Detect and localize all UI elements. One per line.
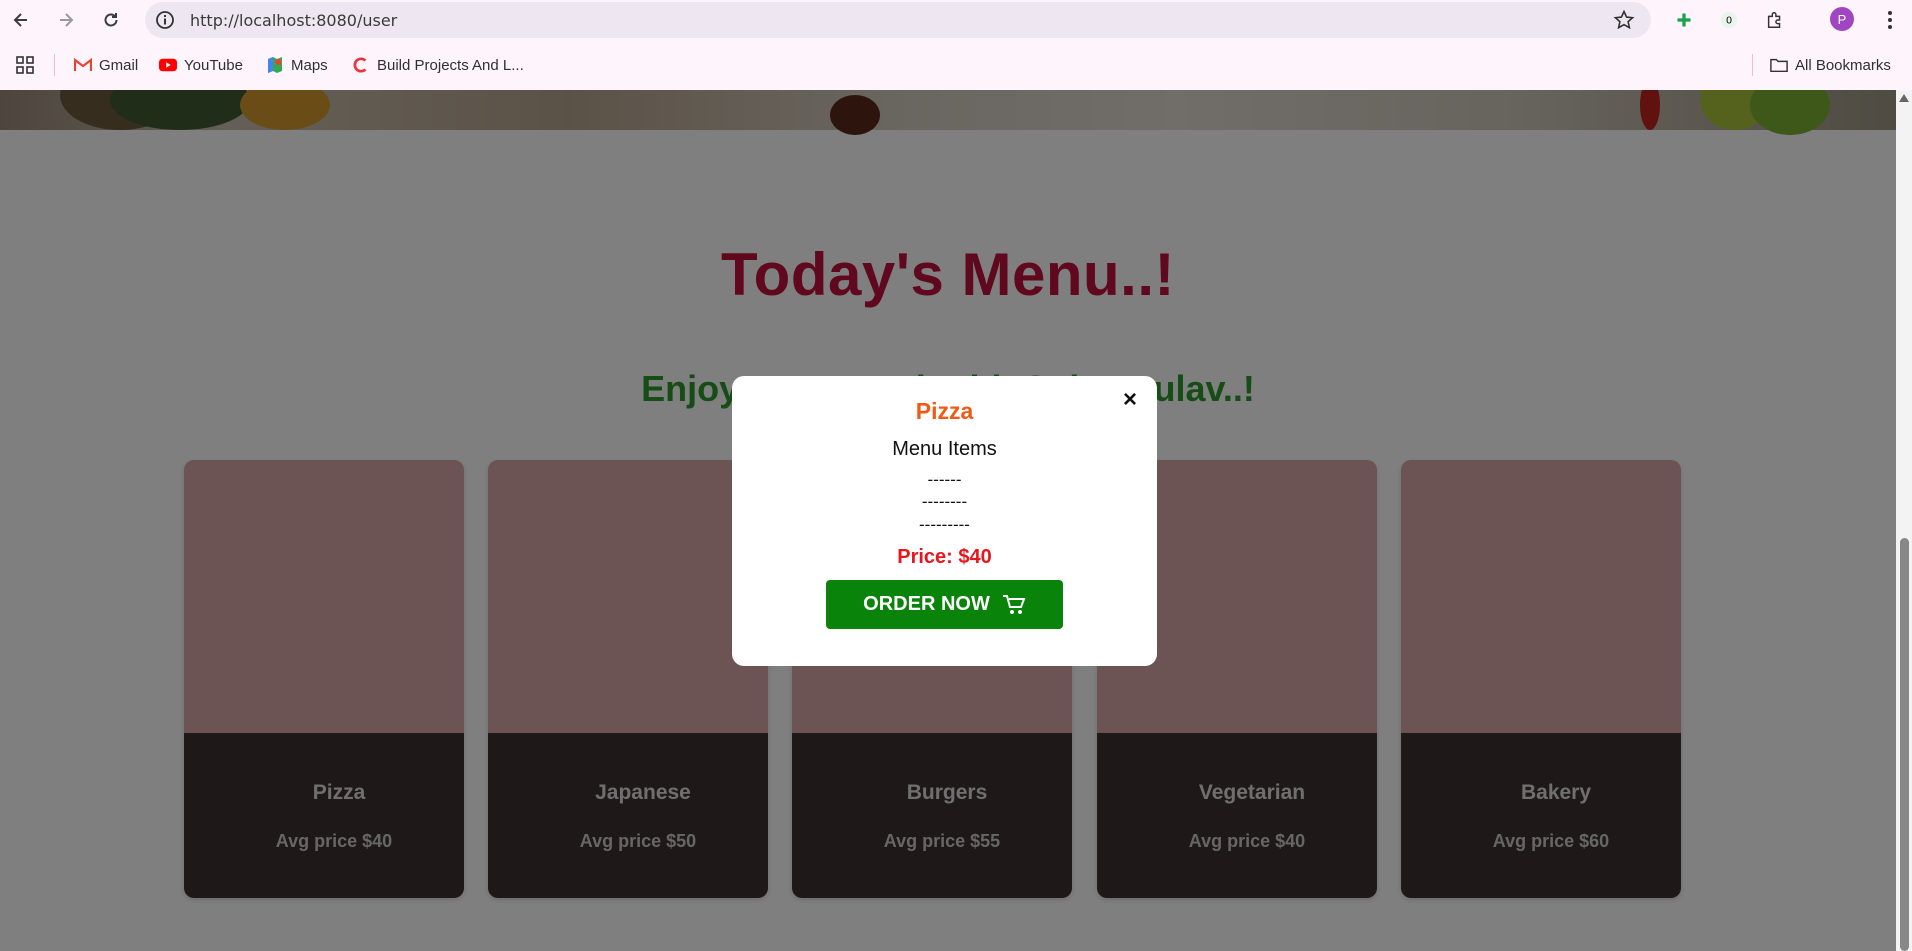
bookmark-label: Build Projects And L... [377,56,524,74]
bookmark-separator [1752,54,1753,76]
extensions-puzzle-icon[interactable] [1764,9,1786,31]
modal-title: Pizza [915,398,974,424]
address-bar[interactable]: http://localhost:8080/user [145,2,1651,38]
bookmark-label: Maps [291,56,328,74]
gmail-icon [74,56,92,74]
back-button[interactable] [6,6,36,34]
back-arrow-icon [13,13,27,27]
bookmark-build-projects[interactable]: Build Projects And L... [352,54,524,76]
page-viewport: Today's Menu..! Enjoy Your Food With Spi… [0,90,1896,951]
menu-modal: × Pizza Menu Items ------ -------- -----… [732,376,1157,666]
forward-button[interactable] [51,6,81,34]
cart-icon [1002,594,1026,614]
bookmark-star-icon[interactable] [1613,9,1635,31]
apps-grid-icon [16,56,34,74]
bookmarks-bar: Gmail YouTube Maps Build Projects And L.… [0,40,1912,90]
scroll-up-arrow-icon[interactable] [1899,94,1909,102]
reload-button[interactable] [96,6,126,34]
all-bookmarks-button[interactable]: All Bookmarks [1770,54,1891,76]
menu-item-line: --------- [919,515,970,534]
c-logo-icon [352,56,370,74]
menu-kebab-icon[interactable] [1880,9,1900,31]
scrollbar-thumb[interactable] [1900,538,1909,951]
bookmark-label: Gmail [99,56,139,74]
browser-toolbar: http://localhost:8080/user 0 P [0,0,1912,40]
bookmark-gmail[interactable]: Gmail [74,54,138,76]
order-now-button[interactable]: ORDER NOW [826,580,1063,629]
menu-item-line: -------- [921,492,968,511]
profile-avatar[interactable]: P [1830,7,1854,31]
site-info-icon[interactable] [155,10,175,30]
all-bookmarks-label: All Bookmarks [1795,56,1891,74]
maps-icon [266,56,284,74]
menu-items-label: Menu Items [892,438,997,460]
page-scrollbar[interactable] [1896,90,1912,951]
apps-grid-button[interactable] [16,54,34,76]
svg-text:0: 0 [1726,16,1732,27]
extension-counter-icon[interactable]: 0 [1718,9,1740,31]
bookmark-separator [54,54,55,76]
modal-price: Price: $40 [897,546,992,568]
order-now-label: ORDER NOW [863,593,990,615]
reload-icon [104,13,118,27]
bookmark-label: YouTube [184,56,243,74]
youtube-icon [159,56,177,74]
bookmark-youtube[interactable]: YouTube [159,54,243,76]
forward-arrow-icon [60,13,74,27]
extension-plus-icon[interactable] [1673,9,1695,31]
folder-icon [1770,56,1788,74]
bookmark-maps[interactable]: Maps [266,54,328,76]
url-text[interactable]: http://localhost:8080/user [190,11,397,30]
menu-item-line: ------ [927,470,962,489]
